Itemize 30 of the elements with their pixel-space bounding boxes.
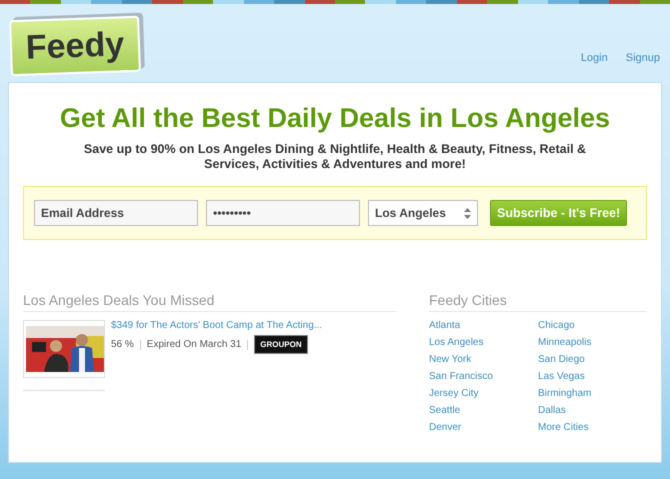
city-select[interactable]: Los Angeles — [368, 200, 478, 226]
city-link[interactable]: San Francisco — [429, 371, 538, 383]
nav-link[interactable]: Signup — [626, 52, 660, 64]
email-field[interactable]: Email Address — [34, 200, 198, 226]
headline: Get All the Best Daily Deals in Los Angeles — [58, 103, 612, 134]
city-link[interactable]: Atlanta — [429, 320, 538, 332]
nav-link[interactable]: Login — [580, 52, 608, 64]
subtitle: Save up to 90% on Los Angeles Dining & Nightlife, Health & Beauty, Fitness, Retail & Services, Activities & Adventures and more! — [82, 142, 588, 172]
city-link[interactable]: Dallas — [538, 405, 647, 417]
city-link[interactable]: Las Vegas — [538, 371, 647, 383]
section-title: Feedy Cities — [429, 292, 647, 312]
section-title: Los Angeles Deals You Missed — [23, 292, 396, 312]
deal-thumbnail[interactable] — [23, 320, 105, 378]
city-link[interactable]: Denver — [429, 422, 538, 434]
city-link[interactable]: Birmingham — [538, 388, 647, 400]
city-link[interactable]: New York — [429, 354, 538, 366]
city-link[interactable]: Seattle — [429, 405, 538, 417]
deal-link[interactable]: $349 for The Actors' Boot Camp at The Acting... — [111, 320, 322, 331]
subscribe-button[interactable]: Subscribe - It's Free! — [490, 200, 628, 226]
city-link[interactable]: More Cities — [538, 422, 647, 434]
password-field[interactable]: ••••••••• — [206, 200, 360, 226]
source-badge: GROUPON — [254, 335, 308, 354]
spinner-arrows-icon — [464, 208, 471, 218]
city-link[interactable]: Jersey City — [429, 388, 538, 400]
discount: 56 % — [111, 339, 134, 350]
expiry-date: Expired On March 31 — [146, 339, 242, 350]
city-link[interactable]: Los Angeles — [429, 337, 538, 349]
city-link[interactable]: Minneapolis — [538, 337, 647, 349]
city-link[interactable]: Chicago — [538, 320, 647, 332]
city-link[interactable]: San Diego — [538, 354, 647, 366]
